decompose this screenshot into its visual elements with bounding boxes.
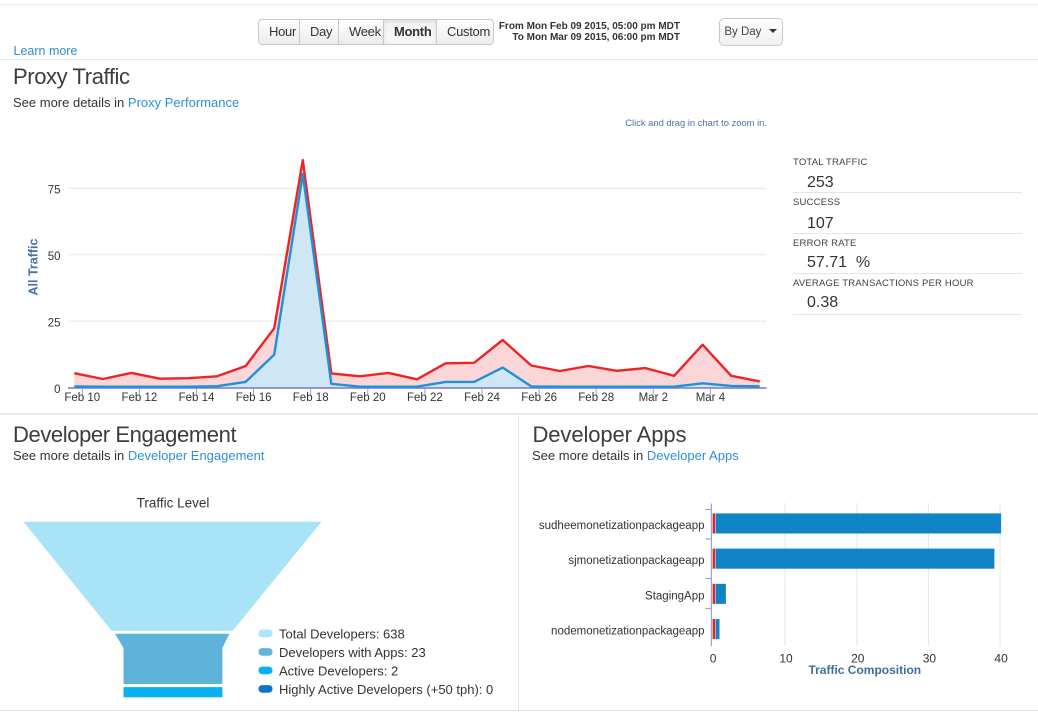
svg-text:40: 40 <box>994 651 1008 665</box>
svg-text:Developers with Apps: 23: Developers with Apps: 23 <box>279 645 426 660</box>
svg-text:Feb 28: Feb 28 <box>578 392 614 404</box>
svg-text:StagingApp: StagingApp <box>645 590 704 602</box>
svg-text:30: 30 <box>923 651 937 665</box>
svg-text:Feb 14: Feb 14 <box>179 392 215 404</box>
svg-text:Feb 20: Feb 20 <box>350 392 386 404</box>
svg-text:Feb 18: Feb 18 <box>293 392 329 404</box>
svg-text:Feb 10: Feb 10 <box>64 392 100 404</box>
svg-text:nodemonetizationpackageapp: nodemonetizationpackageapp <box>551 626 704 638</box>
svg-text:Feb 26: Feb 26 <box>521 392 557 404</box>
svg-text:Mar 2: Mar 2 <box>639 392 668 404</box>
svg-text:0: 0 <box>710 651 717 665</box>
svg-text:Feb 16: Feb 16 <box>236 392 272 404</box>
svg-text:Feb 12: Feb 12 <box>121 392 157 404</box>
svg-text:Traffic Composition: Traffic Composition <box>808 663 921 677</box>
svg-text:Mar 4: Mar 4 <box>696 392 726 404</box>
svg-text:25: 25 <box>48 317 61 329</box>
svg-text:Highly Active Developers (+50: Highly Active Developers (+50 tph): 0 <box>279 682 493 697</box>
svg-text:50: 50 <box>48 251 61 263</box>
svg-text:sudheemonetizationpackageapp: sudheemonetizationpackageapp <box>539 520 705 532</box>
svg-text:Feb 22: Feb 22 <box>407 392 443 404</box>
svg-text:Total Developers: 638: Total Developers: 638 <box>279 627 405 642</box>
svg-text:Traffic Level: Traffic Level <box>137 496 210 511</box>
svg-text:sjmonetizationpackageapp: sjmonetizationpackageapp <box>568 555 704 567</box>
svg-text:All Traffic: All Traffic <box>27 238 41 295</box>
svg-text:10: 10 <box>779 651 793 665</box>
svg-text:Feb 24: Feb 24 <box>464 392 500 404</box>
svg-text:Active Developers: 2: Active Developers: 2 <box>279 664 398 679</box>
svg-text:0: 0 <box>54 384 60 396</box>
svg-text:75: 75 <box>48 185 61 197</box>
